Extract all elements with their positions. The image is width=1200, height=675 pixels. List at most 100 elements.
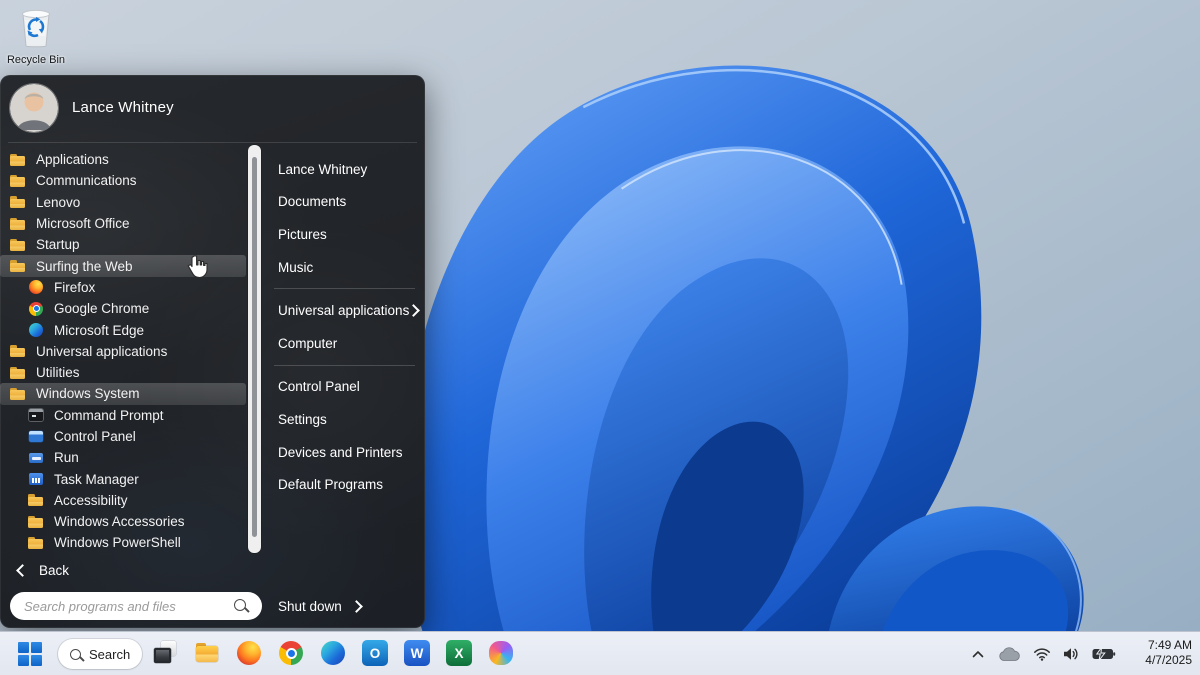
start-right-item-devices-and-printers[interactable]: Devices and Printers (262, 436, 425, 469)
item-label: Control Panel (54, 429, 136, 444)
task-view-icon (152, 640, 178, 666)
edge-icon (28, 322, 44, 338)
start-left-item-utilities[interactable]: Utilities (0, 362, 246, 383)
taskbar-search[interactable]: Search (58, 639, 142, 669)
battery-charging-icon[interactable] (1092, 647, 1116, 661)
start-right-item-computer[interactable]: Computer (262, 327, 425, 360)
taskbar: Search O W X (0, 631, 1200, 675)
start-left-item-google-chrome[interactable]: Google Chrome (0, 298, 246, 319)
start-right-item-settings[interactable]: Settings (262, 403, 425, 436)
item-label: Run (54, 450, 79, 465)
tray-chevron-up-icon[interactable] (971, 649, 985, 659)
shutdown-label: Shut down (278, 599, 342, 614)
taskbar-app-microsoft-edge[interactable] (320, 640, 346, 666)
back-label: Back (39, 563, 69, 578)
item-label: Lance Whitney (278, 162, 367, 177)
start-left-item-task-manager[interactable]: Task Manager (0, 468, 246, 489)
recycle-bin-icon (16, 6, 56, 48)
folder-icon (10, 194, 26, 210)
submenu-chevron-icon (407, 304, 420, 317)
start-right-item-control-panel[interactable]: Control Panel (262, 371, 425, 404)
chevron-right-icon (350, 600, 363, 613)
folder-icon (10, 343, 26, 359)
excel-icon: X (446, 640, 472, 666)
start-right-item-default-programs[interactable]: Default Programs (262, 468, 425, 501)
item-label: Firefox (54, 280, 95, 295)
taskbar-app-task-view[interactable] (152, 640, 178, 666)
user-avatar[interactable] (10, 84, 58, 132)
start-left-item-windows-system[interactable]: Windows System (0, 383, 246, 404)
firefox-icon (28, 279, 44, 295)
start-left-item-lenovo[interactable]: Lenovo (0, 192, 246, 213)
item-label: Devices and Printers (278, 445, 403, 460)
start-left-item-firefox[interactable]: Firefox (0, 277, 246, 298)
taskbar-app-excel[interactable]: X (446, 640, 472, 666)
start-left-item-microsoft-edge[interactable]: Microsoft Edge (0, 319, 246, 340)
start-left-item-accessibility[interactable]: Accessibility (0, 490, 246, 511)
item-label: Lenovo (36, 195, 80, 210)
start-left-item-universal-applications[interactable]: Universal applications (0, 341, 246, 362)
menu-scrollbar[interactable] (248, 145, 261, 553)
item-label: Universal applications (278, 303, 409, 318)
item-label: Task Manager (54, 472, 139, 487)
taskbar-app-copilot[interactable] (488, 640, 514, 666)
taskbar-app-google-chrome[interactable] (278, 640, 304, 666)
start-right-item-pictures[interactable]: Pictures (262, 218, 425, 251)
start-menu: Lance Whitney Applications Communication… (0, 75, 425, 628)
item-label: Windows PowerShell (54, 535, 181, 550)
clock-date: 4/7/2025 (1145, 653, 1192, 668)
onedrive-icon[interactable] (997, 646, 1021, 662)
item-label: Windows System (36, 386, 140, 401)
taskbar-app-word[interactable]: W (404, 640, 430, 666)
folder-icon (28, 492, 44, 508)
start-search-input[interactable] (10, 592, 262, 620)
menu-divider (274, 288, 415, 289)
google-chrome-icon (278, 640, 304, 666)
wallpaper-bloom (402, 48, 1097, 660)
start-left-item-microsoft-office[interactable]: Microsoft Office (0, 213, 246, 234)
start-left-column: Applications Communications Lenovo Micro… (0, 145, 248, 557)
back-button[interactable]: Back (0, 557, 248, 583)
recycle-bin[interactable]: Recycle Bin (6, 6, 66, 66)
microsoft-edge-icon (320, 640, 346, 666)
start-left-item-applications[interactable]: Applications (0, 149, 246, 170)
user-name: Lance Whitney (72, 99, 174, 116)
start-left-item-windows-accessories[interactable]: Windows Accessories (0, 511, 246, 532)
windows-logo-icon (18, 642, 42, 666)
start-right-item-universal-applications[interactable]: Universal applications (262, 294, 425, 327)
start-right-item-lance-whitney[interactable]: Lance Whitney (262, 153, 425, 186)
item-label: Computer (278, 336, 337, 351)
taskbar-app-outlook[interactable]: O (362, 640, 388, 666)
start-right-item-music[interactable]: Music (262, 251, 425, 284)
shutdown-button[interactable]: Shut down (262, 592, 361, 620)
start-button[interactable] (16, 640, 43, 667)
chevron-left-icon (16, 564, 29, 577)
taskbar-app-firefox[interactable] (236, 640, 262, 666)
start-left-item-windows-powershell[interactable]: Windows PowerShell (0, 532, 246, 553)
start-left-item-control-panel[interactable]: Control Panel (0, 426, 246, 447)
word-icon: W (404, 640, 430, 666)
chrome-icon (28, 301, 44, 317)
header-divider (8, 142, 417, 143)
taskbar-app-file-explorer[interactable] (194, 640, 220, 666)
start-left-item-surfing-the-web[interactable]: Surfing the Web (0, 255, 246, 276)
start-left-item-run[interactable]: Run (0, 447, 246, 468)
item-label: Communications (36, 173, 137, 188)
scrollbar-thumb[interactable] (252, 157, 257, 537)
task-manager-icon (28, 471, 44, 487)
folder-icon (10, 386, 26, 402)
item-label: Settings (278, 412, 327, 427)
folder-icon (10, 258, 26, 274)
desktop: Recycle Bin Lance Whitney Applications C… (0, 0, 1200, 675)
wifi-icon[interactable] (1033, 647, 1051, 661)
start-left-item-communications[interactable]: Communications (0, 170, 246, 191)
start-right-column: Lance Whitney Documents Pictures Music U… (262, 145, 425, 501)
volume-icon[interactable] (1063, 647, 1080, 661)
clock-time: 7:49 AM (1145, 638, 1192, 653)
item-label: Microsoft Office (36, 216, 130, 231)
start-right-item-documents[interactable]: Documents (262, 186, 425, 219)
taskbar-clock[interactable]: 7:49 AM 4/7/2025 (1145, 638, 1192, 668)
start-left-item-command-prompt[interactable]: Command Prompt (0, 405, 246, 426)
folder-icon (28, 514, 44, 530)
start-left-item-startup[interactable]: Startup (0, 234, 246, 255)
